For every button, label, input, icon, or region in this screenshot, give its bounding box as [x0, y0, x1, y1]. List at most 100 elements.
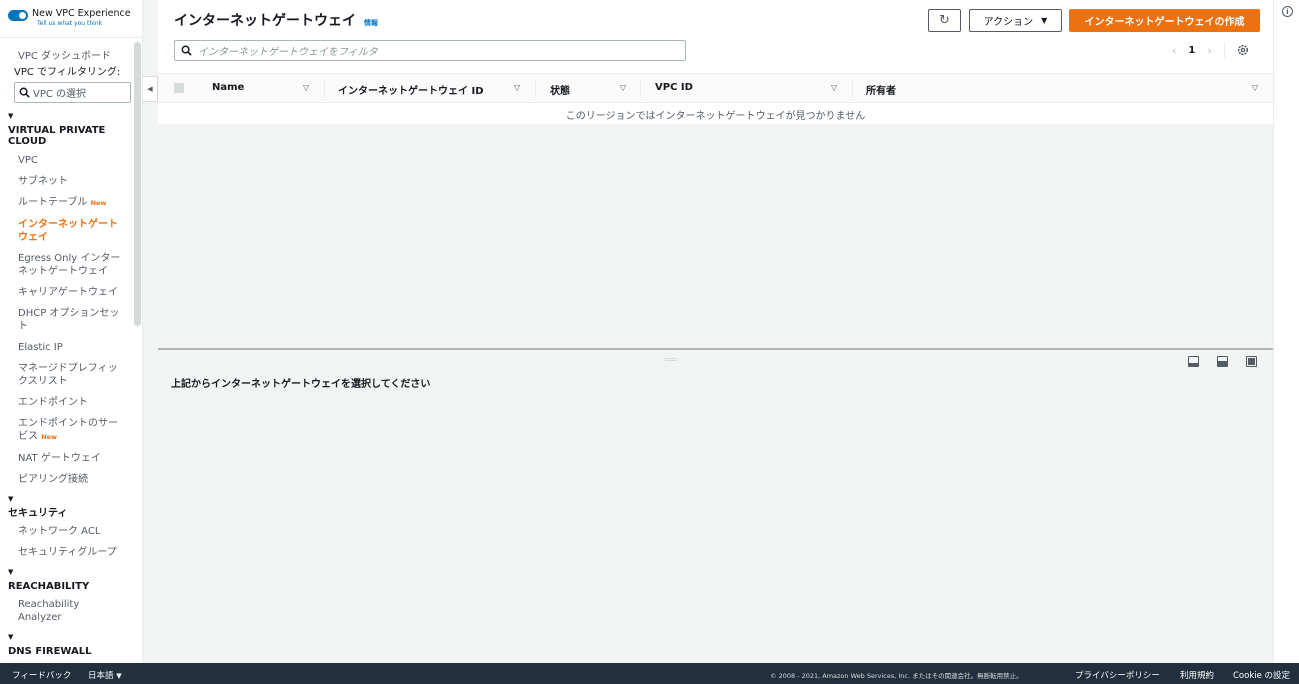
- filter-input[interactable]: インターネットゲートウェイをフィルタ: [174, 40, 686, 61]
- sidebar-item[interactable]: マネージドプレフィックスリスト: [0, 362, 124, 388]
- sort-icon[interactable]: ▽: [1252, 83, 1258, 92]
- chevron-left-icon: ◀: [147, 85, 153, 93]
- copyright-text: © 2008 - 2021, Amazon Web Services, Inc.…: [770, 672, 1023, 680]
- page-title: インターネットゲートウェイ: [174, 13, 356, 29]
- table-panel: インターネットゲートウェイ 情報 ↻ アクション ▼ インターネットゲートウェイ…: [158, 0, 1273, 124]
- refresh-button[interactable]: ↻: [928, 9, 961, 32]
- select-all-checkbox[interactable]: [174, 83, 184, 93]
- sidebar-item-label: DHCP オプションセット: [18, 308, 120, 332]
- info-link[interactable]: 情報: [364, 18, 378, 28]
- filter-placeholder: インターネットゲートウェイをフィルタ: [198, 47, 378, 58]
- sort-icon[interactable]: ▽: [303, 83, 309, 92]
- split-full-icon[interactable]: [1246, 356, 1257, 367]
- current-page[interactable]: 1: [1188, 45, 1195, 56]
- caret-down-icon[interactable]: ▼: [0, 494, 133, 504]
- sidebar-item[interactable]: DHCP オプションセット: [0, 307, 124, 333]
- column-divider[interactable]: [640, 80, 641, 98]
- sidebar-item-label: エンドポイントのサービス: [18, 418, 118, 442]
- split-panel-divider[interactable]: [158, 348, 1273, 350]
- sidebar-item-label: インターネットゲートウェイ: [18, 219, 118, 243]
- terms-link[interactable]: 利用規約: [1180, 669, 1214, 681]
- sidebar-item-label: エンドポイント: [18, 397, 88, 408]
- info-icon[interactable]: i: [1282, 6, 1293, 17]
- sidebar-item-label: ネットワーク ACL: [18, 526, 101, 537]
- help-rail: i: [1273, 0, 1299, 663]
- new-badge: New: [90, 199, 107, 207]
- column-divider[interactable]: [852, 80, 853, 98]
- sidebar-item-label: マネージドプレフィックスリスト: [18, 363, 118, 387]
- empty-table-message: このリージョンではインターネットゲートウェイが見つかりません: [565, 111, 866, 122]
- sidebar-item[interactable]: インターネットゲートウェイ: [0, 218, 124, 244]
- gear-icon[interactable]: [1237, 44, 1249, 56]
- privacy-policy-link[interactable]: プライバシーポリシー: [1075, 669, 1160, 681]
- vpc-filter-placeholder: VPC の選択: [33, 89, 87, 100]
- new-badge: New: [41, 433, 58, 441]
- column-header-name[interactable]: Name: [212, 82, 244, 93]
- caret-down-icon: ▼: [116, 672, 122, 680]
- sidebar-item[interactable]: ルートテーブル New: [0, 196, 124, 210]
- sidebar-item-label: NAT ゲートウェイ: [18, 453, 101, 464]
- column-header-owner[interactable]: 所有者: [866, 82, 896, 97]
- actions-label: アクション: [983, 17, 1034, 28]
- sidebar-item-dashboard[interactable]: VPC ダッシュボード: [0, 50, 133, 63]
- sidebar-item[interactable]: エンドポイントのサービス New: [0, 417, 124, 444]
- column-header-igw-id[interactable]: インターネットゲートウェイ ID: [338, 82, 484, 97]
- sidebar-item-label: Reachability Analyzer: [18, 599, 80, 623]
- new-experience-toggle[interactable]: [8, 10, 28, 21]
- sidebar-item-label: セキュリティグループ: [18, 547, 117, 558]
- detail-panel-message: 上記からインターネットゲートウェイを選択してください: [171, 379, 431, 390]
- sort-icon[interactable]: ▽: [620, 83, 626, 92]
- main-content: インターネットゲートウェイ 情報 ↻ アクション ▼ インターネットゲートウェイ…: [158, 0, 1273, 663]
- caret-down-icon[interactable]: ▼: [0, 111, 133, 121]
- sidebar-item[interactable]: ピアリング接続: [0, 473, 124, 486]
- sidebar-item[interactable]: エンドポイント: [0, 396, 124, 409]
- section-vpc-title: VIRTUAL PRIVATE CLOUD: [8, 125, 106, 147]
- split-bottom-small-icon[interactable]: [1188, 356, 1199, 367]
- sidebar-item[interactable]: Elastic IP: [0, 341, 124, 354]
- sidebar-item[interactable]: サブネット: [0, 175, 124, 188]
- section-dns-firewall-title: DNS FIREWALL: [8, 646, 92, 657]
- sidebar-scrollbar[interactable]: [134, 42, 141, 326]
- feedback-button[interactable]: フィードバック: [12, 669, 71, 681]
- side-navigation: New VPC Experience Tell us what you thin…: [0, 0, 143, 663]
- caret-down-icon[interactable]: ▼: [0, 632, 133, 642]
- cookie-settings-link[interactable]: Cookie の設定: [1233, 669, 1290, 681]
- resize-handle[interactable]: [665, 358, 677, 361]
- new-experience-title: New VPC Experience: [32, 8, 131, 19]
- sidebar-item[interactable]: ネットワーク ACL: [0, 525, 124, 538]
- pager-divider: [1223, 42, 1225, 58]
- sidebar-item[interactable]: セキュリティグループ: [0, 546, 124, 559]
- pagination: ‹ 1 ›: [1172, 42, 1249, 58]
- sidebar-item[interactable]: NAT ゲートウェイ: [0, 452, 124, 465]
- column-header-state[interactable]: 状態: [550, 82, 570, 97]
- sidebar-item-label: VPC: [18, 155, 38, 166]
- vpc-filter-select[interactable]: VPC の選択: [14, 82, 131, 103]
- actions-button[interactable]: アクション ▼: [969, 9, 1062, 32]
- sidebar-item[interactable]: Reachability Analyzer: [0, 598, 124, 624]
- sidebar-scroll-area: VPC ダッシュボード VPC でフィルタリング: VPC の選択 ▼ VIRT…: [0, 40, 133, 663]
- column-header-vpc-id[interactable]: VPC ID: [655, 82, 693, 93]
- split-view-options: [1188, 356, 1257, 367]
- collapse-sidebar-button[interactable]: ◀: [143, 76, 158, 102]
- search-icon: [19, 87, 30, 98]
- prev-page-icon[interactable]: ‹: [1172, 44, 1176, 57]
- sidebar-item[interactable]: キャリアゲートウェイ: [0, 286, 124, 299]
- sort-icon[interactable]: ▽: [514, 83, 520, 92]
- vpc-filter-label: VPC でフィルタリング:: [14, 67, 121, 78]
- sidebar-item-label: キャリアゲートウェイ: [18, 287, 118, 298]
- create-internet-gateway-button[interactable]: インターネットゲートウェイの作成: [1069, 9, 1260, 32]
- sidebar-item[interactable]: VPC: [0, 154, 124, 167]
- search-icon: [181, 45, 192, 56]
- caret-down-icon[interactable]: ▼: [0, 567, 133, 577]
- sidebar-item-label: Elastic IP: [18, 342, 63, 353]
- sidebar-item[interactable]: Egress Only インターネットゲートウェイ: [0, 252, 124, 278]
- column-divider[interactable]: [535, 80, 536, 98]
- split-bottom-half-icon[interactable]: [1217, 356, 1228, 367]
- column-divider[interactable]: [324, 80, 325, 98]
- next-page-icon[interactable]: ›: [1207, 44, 1211, 57]
- language-selector[interactable]: 日本語 ▼: [88, 669, 122, 681]
- refresh-icon: ↻: [939, 13, 950, 28]
- sort-icon[interactable]: ▽: [831, 83, 837, 92]
- feedback-link[interactable]: Tell us what you think: [32, 19, 131, 28]
- page-header: インターネットゲートウェイ 情報: [174, 10, 378, 30]
